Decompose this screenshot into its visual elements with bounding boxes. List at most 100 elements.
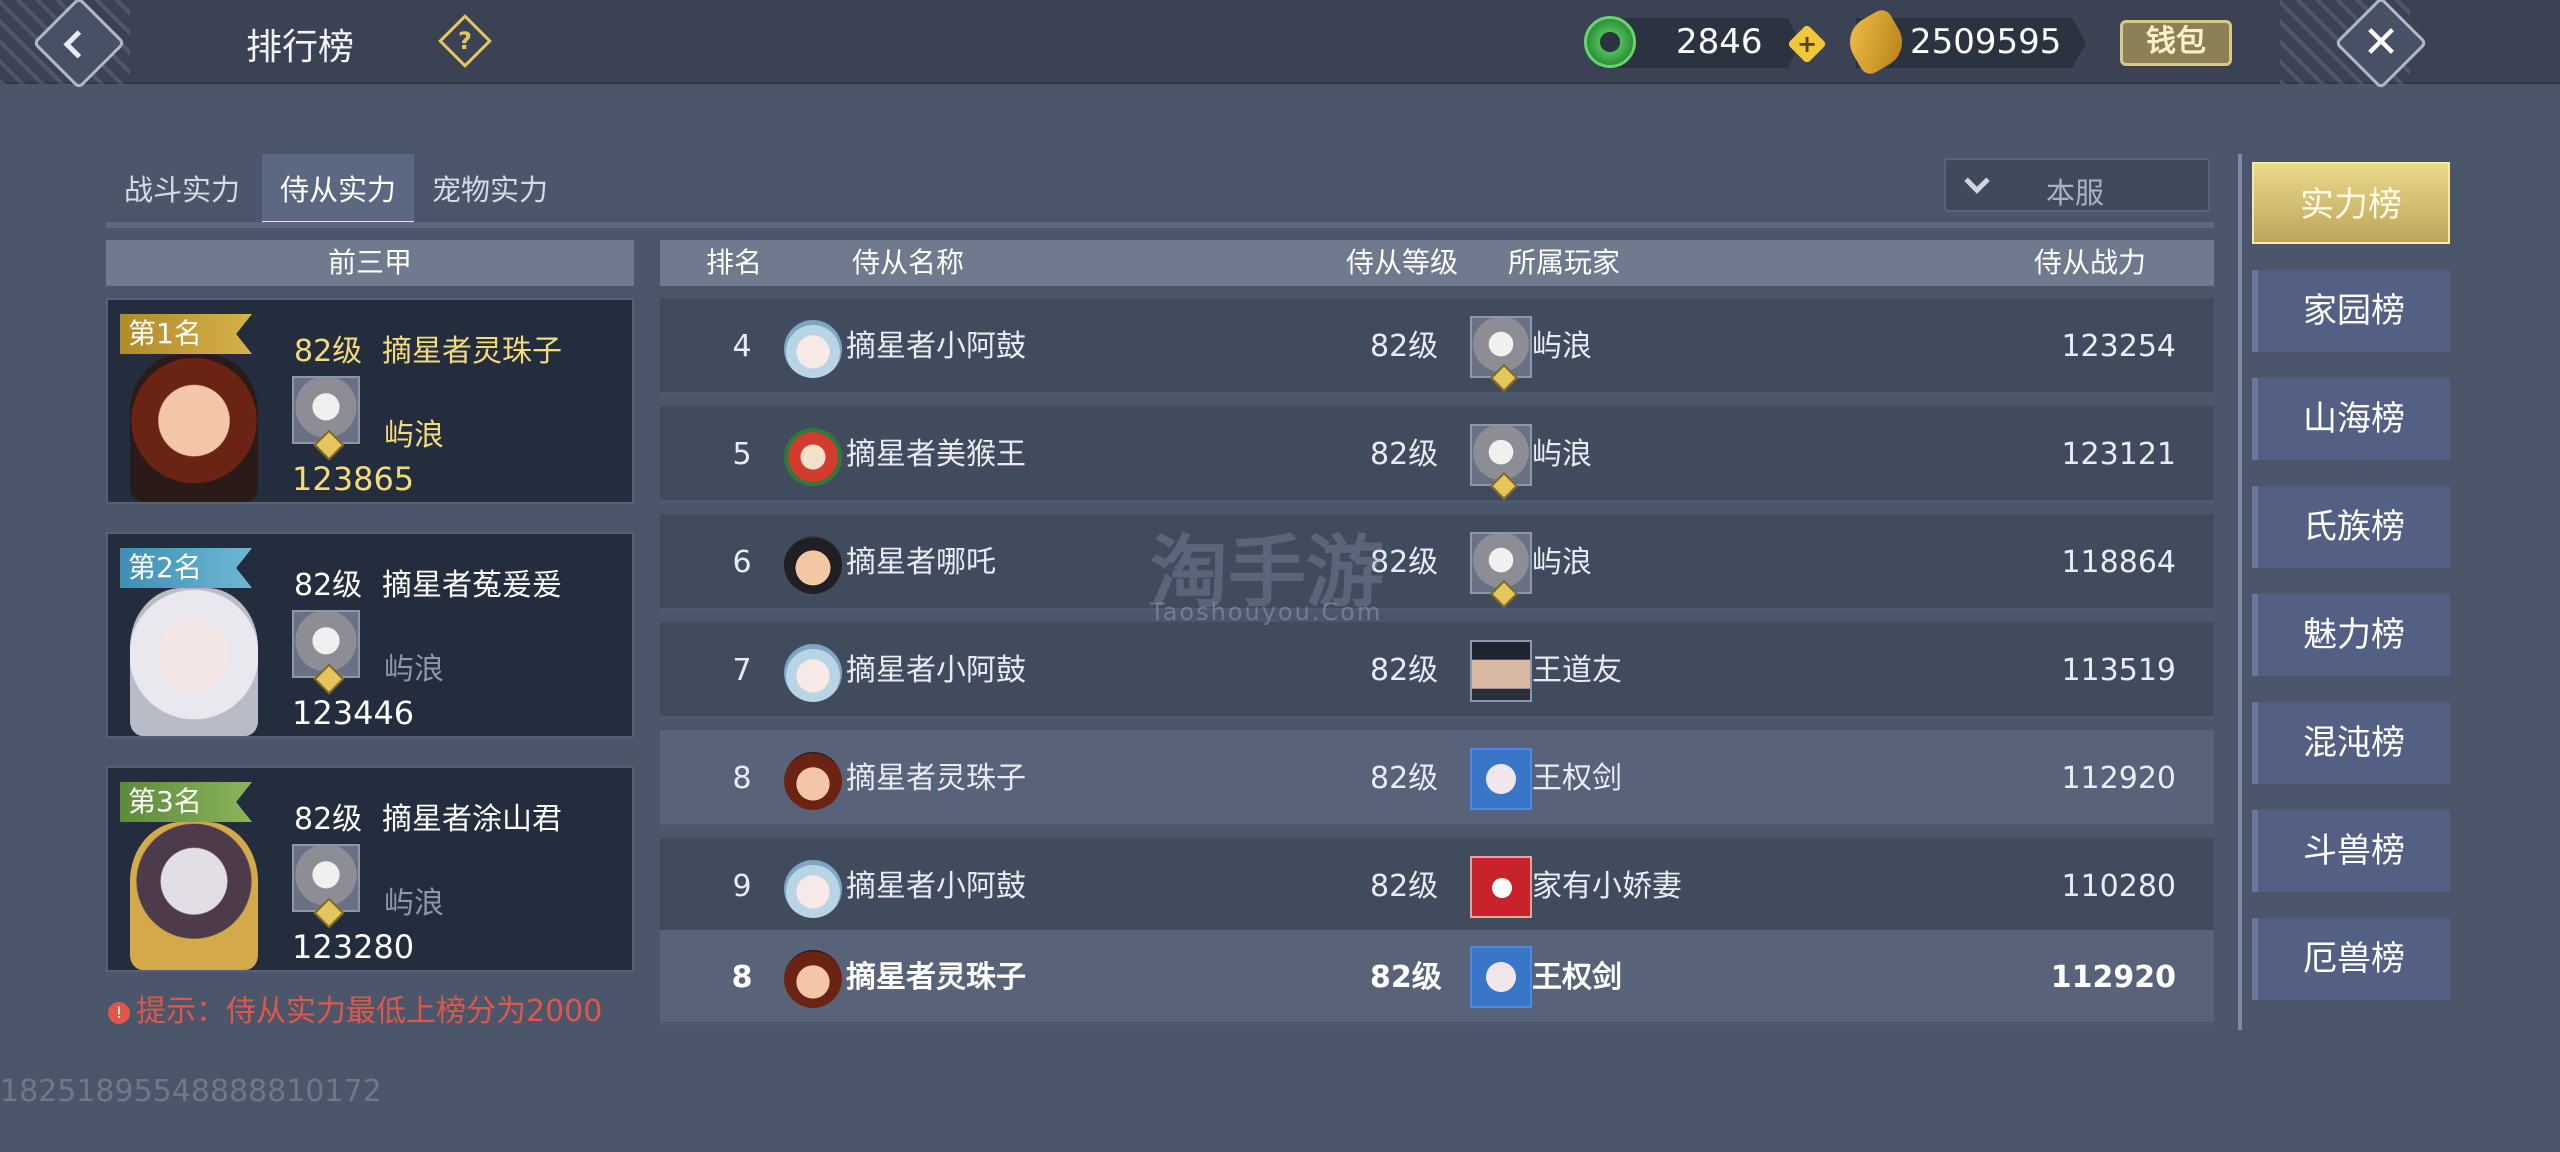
header-name: 侍从名称	[852, 246, 965, 279]
row-power: 112920	[2050, 960, 2176, 995]
player-avatar[interactable]	[292, 610, 360, 678]
chevron-down-icon	[1964, 168, 1990, 194]
row-player: 王道友	[1532, 653, 1622, 688]
attendant-icon	[784, 950, 842, 1008]
close-icon: ✕	[2362, 17, 2400, 68]
back-arrow-icon	[63, 30, 92, 59]
minimum-score-tip: ! 提示：侍从实力最低上榜分为2000	[108, 986, 602, 1030]
my-rank-row[interactable]: 8 摘星者灵珠子 82级 王权剑 112920	[660, 930, 2214, 1026]
row-level: 82级	[1370, 869, 1439, 904]
header-power: 侍从战力	[2034, 246, 2147, 279]
table-row[interactable]: 4 摘星者小阿鼓 82级 屿浪 123254	[660, 298, 2214, 396]
top-card-3[interactable]: 第3名 82级 摘星者涂山君 屿浪 123280	[106, 766, 634, 972]
rank-flag: 第1名	[120, 314, 252, 354]
row-name: 摘星者美猴王	[846, 437, 1026, 472]
top-card-2[interactable]: 第2名 82级 摘星者菟爰爰 屿浪 123446	[106, 532, 634, 738]
row-player: 家有小娇妻	[1532, 869, 1682, 904]
help-button[interactable]: ?	[438, 14, 492, 68]
table-row[interactable]: 6 摘星者哪吒 82级 屿浪 118864	[660, 514, 2214, 612]
row-name: 摘星者灵珠子	[846, 761, 1026, 796]
top-card-1[interactable]: 第1名 82级 摘星者灵珠子 屿浪 123865	[106, 298, 634, 504]
player-avatar[interactable]	[1470, 946, 1532, 1008]
category-doom-beast[interactable]: 厄兽榜	[2252, 918, 2450, 1000]
row-power: 123121	[2061, 437, 2176, 472]
row-level: 82级	[1370, 960, 1442, 995]
row-rank: 9	[732, 869, 752, 904]
table-row[interactable]: 8 摘星者灵珠子 82级 王权剑 112920	[660, 730, 2214, 828]
wallet-button[interactable]: 钱包	[2120, 20, 2232, 66]
attendant-icon	[784, 752, 842, 810]
category-divider	[2238, 154, 2242, 1030]
row-level: 82级	[1370, 761, 1439, 796]
category-home[interactable]: 家园榜	[2252, 270, 2450, 352]
tab-attendant-power[interactable]: 侍从实力	[262, 154, 414, 226]
attendant-name: 摘星者菟爰爰	[382, 568, 562, 603]
player-name: 屿浪	[384, 652, 444, 687]
category-strength[interactable]: 实力榜	[2252, 162, 2450, 244]
rank-flag: 第2名	[120, 548, 252, 588]
row-power: 112920	[2061, 761, 2176, 796]
player-avatar[interactable]	[1470, 532, 1532, 594]
rank-flag: 第3名	[120, 782, 252, 822]
footer-id: 18251895548888810172	[0, 1074, 382, 1109]
category-charm[interactable]: 魅力榜	[2252, 594, 2450, 676]
server-filter-dropdown[interactable]: 本服	[1944, 158, 2210, 212]
category-shanhai[interactable]: 山海榜	[2252, 378, 2450, 460]
player-avatar[interactable]	[1470, 640, 1532, 702]
row-name: 摘星者小阿鼓	[846, 869, 1026, 904]
row-player: 屿浪	[1532, 545, 1592, 580]
category-chaos[interactable]: 混沌榜	[2252, 702, 2450, 784]
server-filter-label: 本服	[2046, 176, 2105, 210]
player-avatar[interactable]	[1470, 316, 1532, 378]
row-player: 王权剑	[1532, 761, 1622, 796]
row-power: 113519	[2061, 653, 2176, 688]
player-avatar[interactable]	[1470, 748, 1532, 810]
table-row[interactable]: 7 摘星者小阿鼓 82级 王道友 113519	[660, 622, 2214, 720]
attendant-icon	[784, 644, 842, 702]
attendant-portrait	[130, 588, 258, 736]
row-power: 118864	[2061, 545, 2176, 580]
row-player: 王权剑	[1532, 960, 1622, 995]
player-avatar[interactable]	[1470, 424, 1532, 486]
row-rank: 4	[732, 329, 752, 364]
player-avatar[interactable]	[292, 376, 360, 444]
tab-combat-power[interactable]: 战斗实力	[106, 154, 258, 226]
jade-value: 2846	[1676, 22, 1763, 62]
row-name: 摘星者小阿鼓	[846, 329, 1026, 364]
attendant-name: 摘星者灵珠子	[382, 334, 562, 369]
player-name: 屿浪	[384, 886, 444, 921]
attendant-power: 123446	[292, 694, 415, 732]
attendant-portrait	[130, 822, 258, 970]
page-title: 排行榜	[246, 27, 355, 68]
gold-value: 2509595	[1910, 22, 2062, 62]
row-level: 82级	[1370, 329, 1439, 364]
top-bar: 排行榜 ? 2846 + 2509595 钱包 ✕	[0, 0, 2560, 90]
category-beast-fight[interactable]: 斗兽榜	[2252, 810, 2450, 892]
row-power: 110280	[2061, 869, 2176, 904]
player-avatar[interactable]	[292, 844, 360, 912]
tab-pet-power[interactable]: 宠物实力	[414, 154, 566, 226]
row-name: 摘星者哪吒	[846, 545, 996, 580]
row-level: 82级	[1370, 437, 1439, 472]
row-rank: 8	[731, 960, 753, 995]
row-rank: 7	[732, 653, 752, 688]
attendant-portrait	[130, 354, 258, 502]
jade-coin-icon	[1584, 16, 1636, 68]
watermark-url: Taoshouyou.Com	[1150, 598, 1383, 626]
category-clan[interactable]: 氏族榜	[2252, 486, 2450, 568]
attendant-icon	[784, 428, 842, 486]
row-player: 屿浪	[1532, 329, 1592, 364]
attendant-level: 82级	[294, 568, 363, 603]
row-power: 123254	[2061, 329, 2176, 364]
player-avatar[interactable]	[1470, 856, 1532, 918]
attendant-level: 82级	[294, 802, 363, 837]
attendant-icon	[784, 860, 842, 918]
tab-underline	[106, 222, 2214, 228]
header-player: 所属玩家	[1508, 246, 1621, 279]
attendant-power: 123865	[292, 460, 415, 498]
attendant-level: 82级	[294, 334, 363, 369]
add-jade-button[interactable]: +	[1787, 24, 1827, 64]
table-row[interactable]: 9 摘星者小阿鼓 82级 家有小娇妻 110280	[660, 838, 2214, 936]
table-row[interactable]: 5 摘星者美猴王 82级 屿浪 123121	[660, 406, 2214, 504]
attendant-name: 摘星者涂山君	[382, 802, 562, 837]
